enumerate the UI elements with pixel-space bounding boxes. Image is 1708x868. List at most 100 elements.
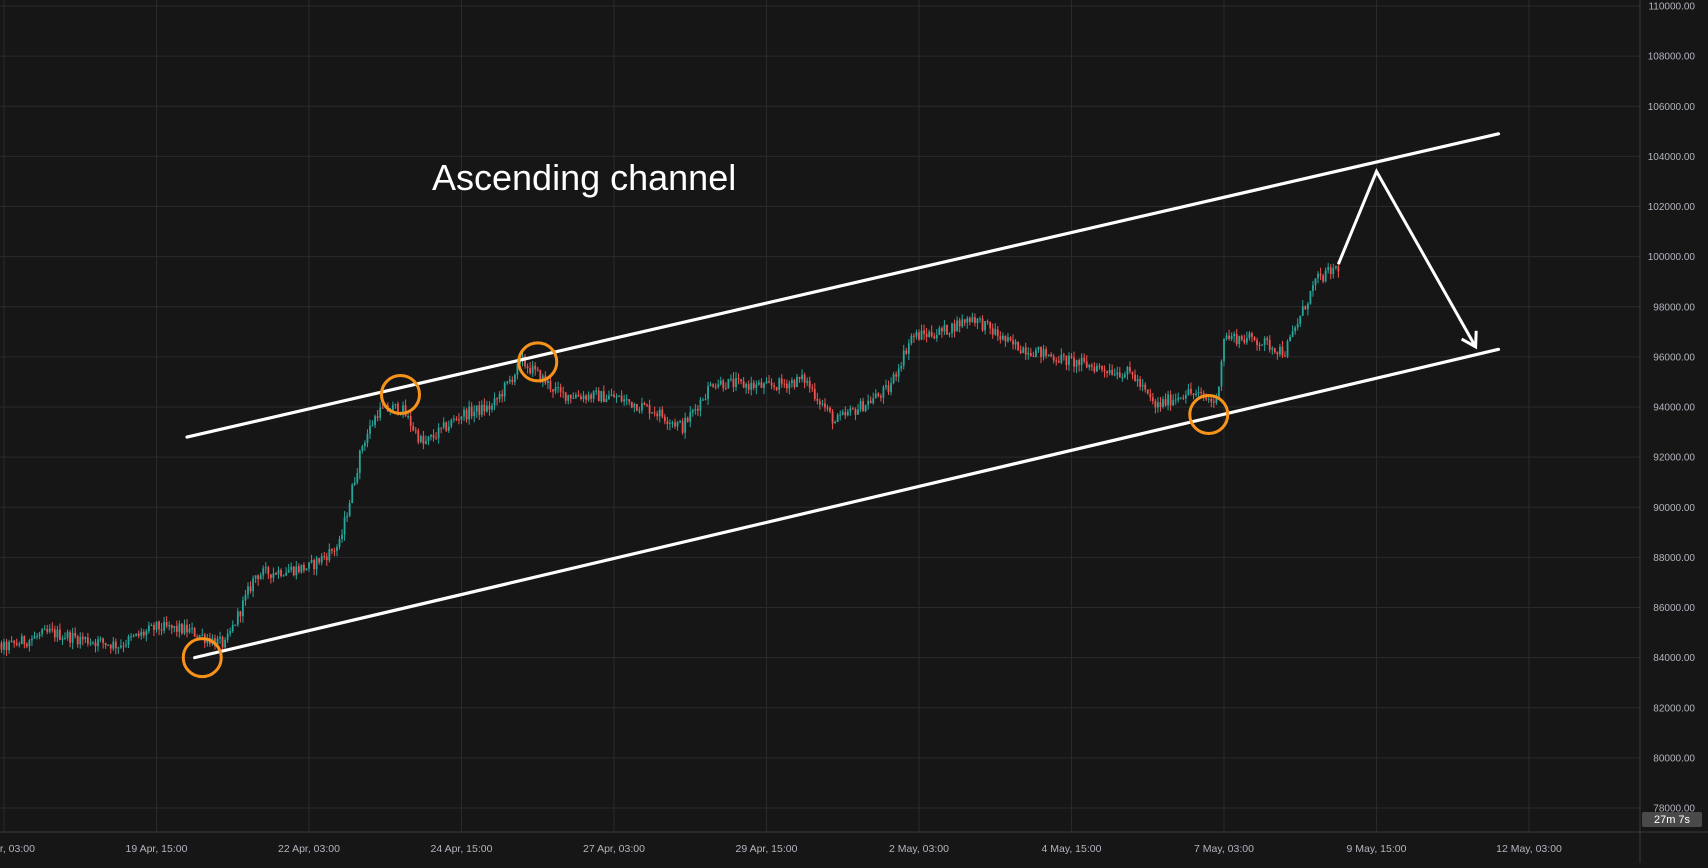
candle-body (300, 564, 303, 573)
candle-body (674, 422, 676, 427)
candle-body (432, 434, 435, 438)
candle-body (582, 395, 585, 399)
candle-body (534, 365, 537, 370)
candle-body (267, 567, 270, 575)
candle-body (277, 570, 280, 575)
candle-body (656, 413, 659, 417)
candle-body (813, 388, 816, 399)
candle-body (1192, 393, 1195, 395)
candle-body (1004, 335, 1007, 342)
candle-body (513, 374, 516, 383)
candle-body (89, 642, 92, 644)
candle-body (407, 416, 410, 418)
candle-body (437, 427, 440, 439)
candle-body (181, 623, 183, 634)
candle-body (69, 632, 71, 643)
candle-body (770, 382, 773, 386)
candle-body (877, 393, 880, 396)
candle-body (64, 637, 66, 639)
chart-container[interactable]: 110000.00 108000.00 106000.00 104000.00 1020… (0, 0, 1708, 863)
candle-body (879, 395, 882, 398)
candle-body (1088, 364, 1091, 368)
candle-body (475, 405, 478, 412)
candle-body (783, 383, 786, 385)
candle-body (1012, 340, 1014, 345)
candle-body (186, 624, 188, 633)
candle-body (953, 323, 956, 332)
candle-body (862, 401, 864, 412)
candle-body (714, 386, 717, 388)
candle-body (165, 622, 168, 627)
candle-body (28, 640, 31, 647)
candle-body (1106, 371, 1108, 374)
candle-body (1129, 367, 1131, 372)
candle-body (127, 636, 130, 645)
candle-body (623, 399, 626, 402)
candle-body (989, 321, 992, 329)
candle-body (935, 334, 938, 339)
candle-body (236, 611, 239, 625)
candle-body (902, 350, 905, 366)
candle-body (1225, 335, 1228, 339)
candle-body (1245, 337, 1248, 343)
candle-body (905, 350, 908, 354)
candle-body (348, 502, 351, 517)
candle-body (574, 394, 577, 398)
candle-body (961, 319, 964, 327)
candle-body (114, 641, 117, 649)
candle-body (221, 636, 224, 648)
candle-body (1024, 347, 1027, 355)
candle-body (869, 400, 872, 404)
candle-body (1050, 354, 1053, 357)
countdown-badge: 27m 7s (1642, 812, 1702, 827)
candle-body (846, 411, 849, 416)
candle-body (358, 450, 361, 474)
price-tick-label: 84000.00 (1653, 653, 1695, 664)
candle-body (666, 421, 669, 424)
candle-body (371, 425, 374, 427)
candle-body (147, 625, 150, 632)
candle-body (41, 629, 44, 634)
candle-body (552, 389, 554, 392)
candle-body (913, 335, 915, 337)
candle-body (595, 390, 598, 392)
candle-body (791, 380, 793, 384)
candle-body (1126, 367, 1129, 375)
candle-body (1001, 335, 1004, 340)
candle-body (275, 573, 277, 575)
candle-body (1263, 338, 1266, 345)
candle-body (974, 317, 976, 324)
candle-body (201, 634, 204, 636)
candle-body (821, 403, 824, 405)
candle-body (503, 382, 506, 397)
candle-body (86, 637, 89, 644)
candle-body (590, 394, 593, 399)
candle-body (1182, 397, 1185, 399)
candle-body (999, 336, 1002, 340)
candle-body (572, 397, 575, 399)
candle-body (816, 398, 819, 401)
candle-body (1060, 354, 1063, 363)
candle-body (1154, 401, 1157, 408)
candle-body (219, 636, 221, 639)
candle-body (808, 380, 811, 388)
candle-body (1157, 402, 1159, 408)
candle-body (173, 625, 176, 629)
candle-body (951, 323, 953, 334)
candle-body (635, 404, 638, 411)
price-chart[interactable]: 110000.00 108000.00 106000.00 104000.00 1020… (0, 0, 1708, 863)
candle-body (1075, 360, 1078, 367)
candle-body (897, 368, 900, 377)
candle-body (84, 637, 87, 640)
candle-body (168, 625, 171, 627)
candle-body (341, 534, 343, 540)
time-tick-label: 2 May, 03:00 (889, 843, 949, 855)
candle-body (330, 549, 333, 551)
candle-body (269, 574, 272, 578)
candle-body (1019, 350, 1022, 354)
candle-body (597, 390, 600, 402)
candle-body (163, 622, 166, 631)
candle-body (890, 383, 892, 393)
candle-body (1164, 399, 1167, 406)
candle-body (229, 631, 232, 634)
